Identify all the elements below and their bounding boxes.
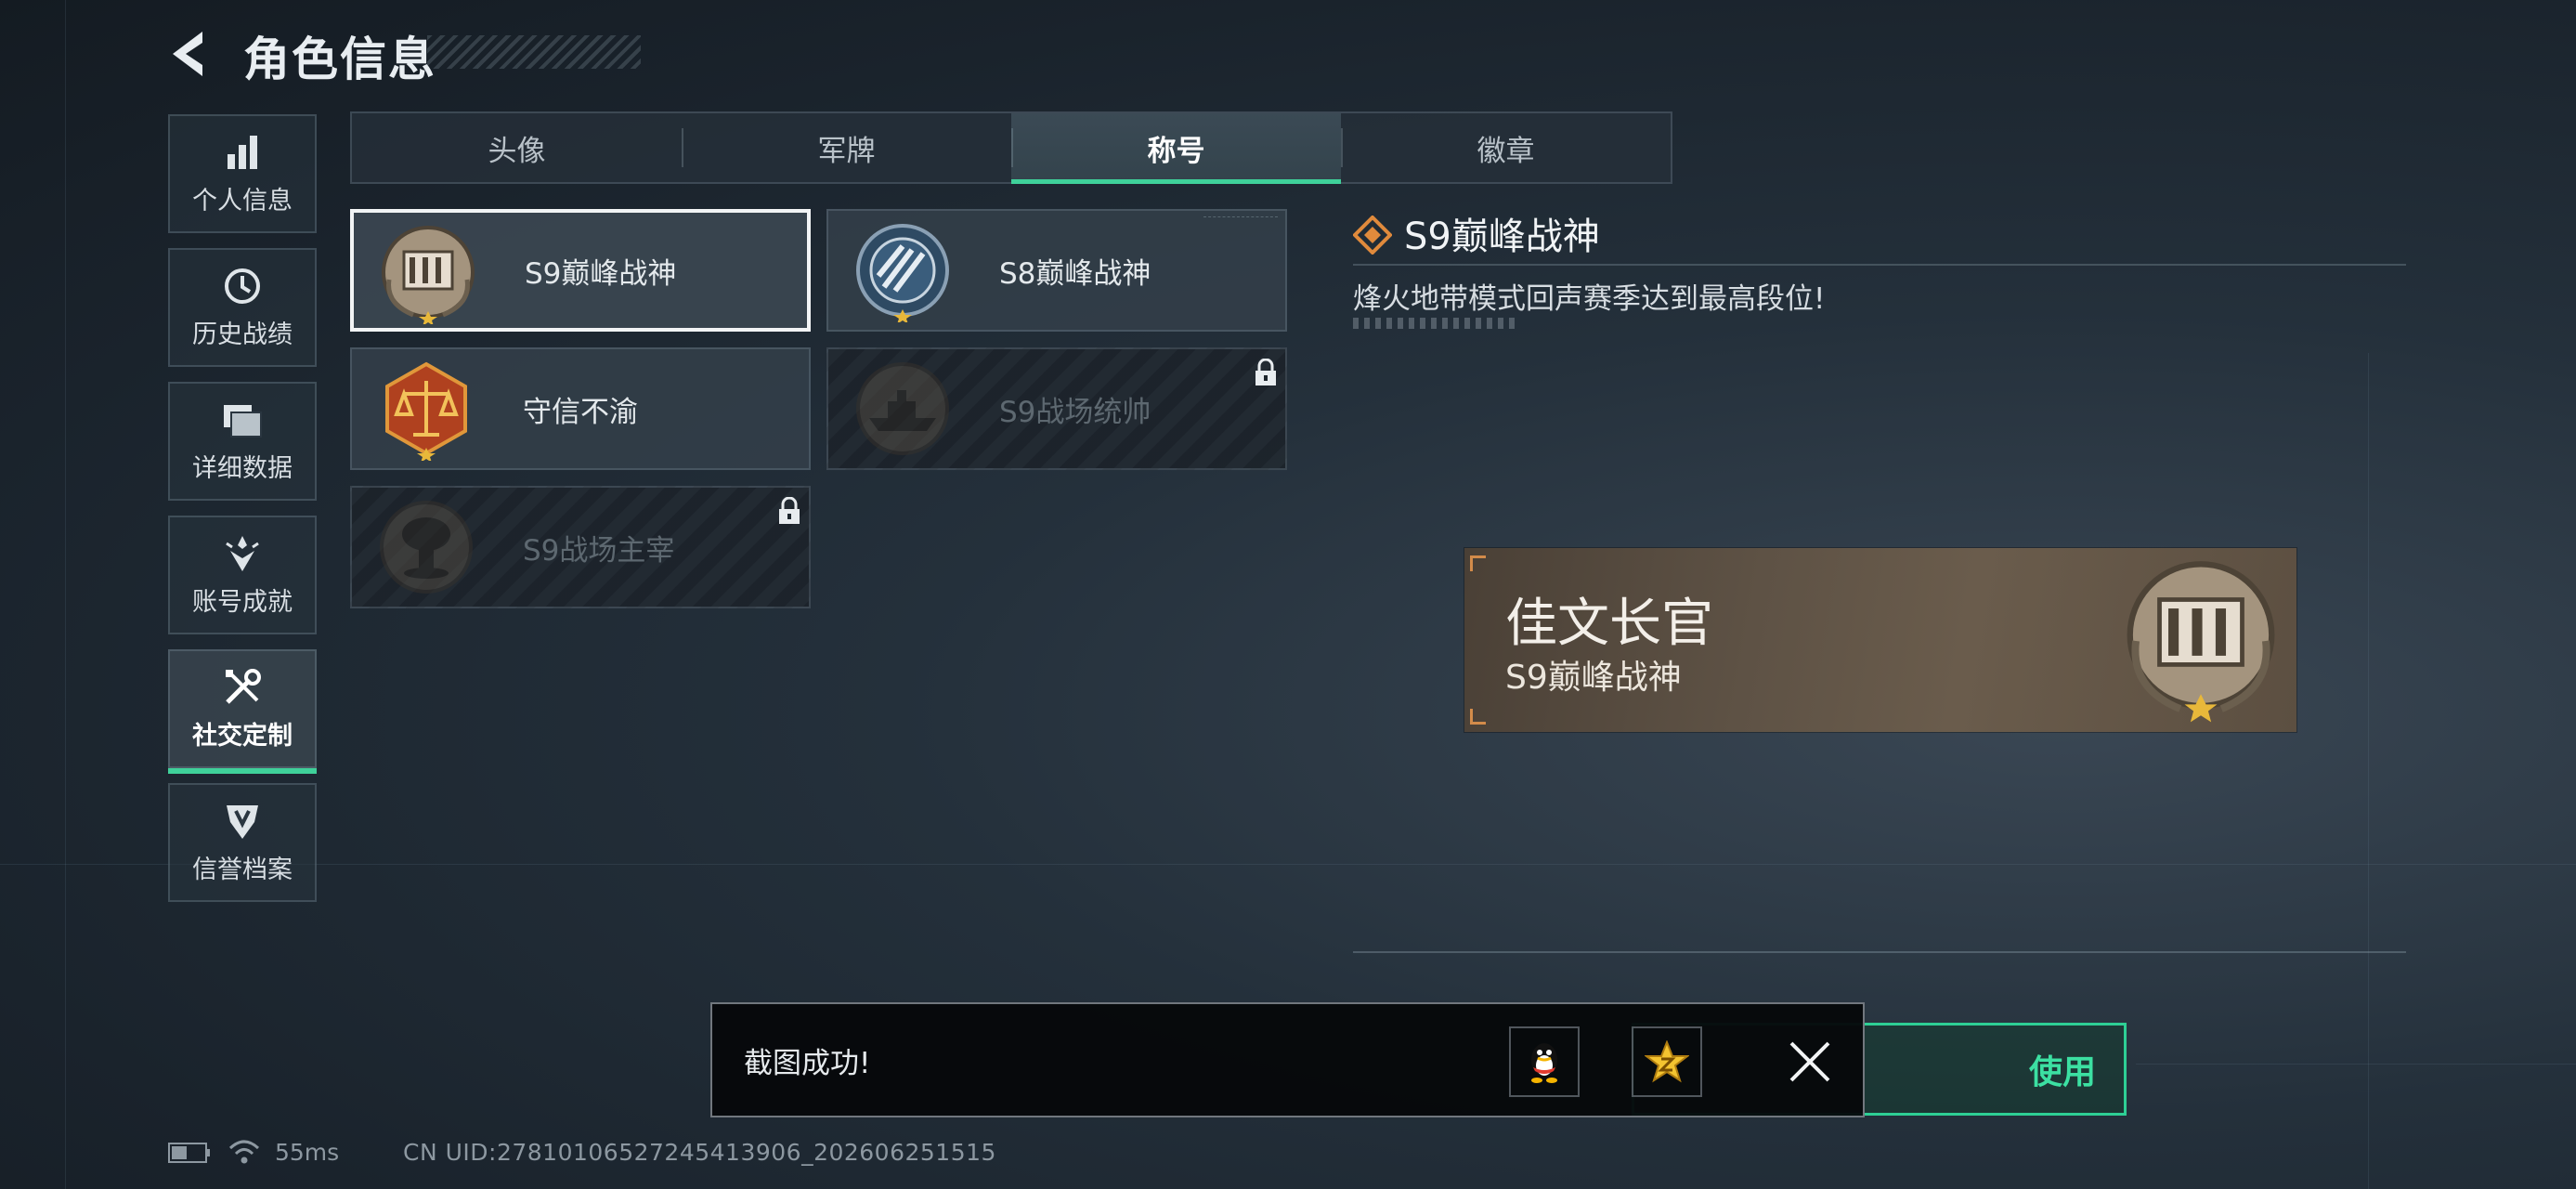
clock-icon — [222, 266, 263, 307]
title-card-s9-dominator[interactable]: S9战场主宰 — [350, 486, 811, 608]
fortress-badge-icon — [382, 226, 475, 324]
share-qq-button[interactable] — [1509, 1026, 1580, 1097]
sidebar-item-label: 历史战绩 — [192, 320, 293, 349]
card-corner-decoration — [1203, 216, 1278, 218]
warship-badge-icon — [856, 362, 949, 455]
sidebar-item-label: 详细数据 — [192, 453, 293, 483]
bg-gridline — [65, 0, 66, 1189]
title-card-name: 守信不渝 — [523, 395, 638, 429]
screenshot-toast: 截图成功! — [710, 1002, 1865, 1117]
shield-icon — [222, 801, 263, 842]
tab-dog-tag[interactable]: 军牌 — [682, 113, 1011, 182]
achievement-icon — [222, 533, 263, 574]
ping-value: 55ms — [275, 1139, 340, 1166]
diamond-title-icon — [1353, 216, 1392, 255]
title-card-name: S9巅峰战神 — [525, 256, 677, 291]
title-card-name: S8巅峰战神 — [999, 256, 1151, 291]
preview-player-name: 佳文长官 — [1505, 594, 1713, 654]
tab-avatar[interactable]: 头像 — [352, 113, 682, 182]
user-uid: CN UID:2781010652724541390​6_20260625151… — [403, 1139, 996, 1166]
plate-corner-bracket — [1470, 709, 1486, 725]
page-title: 角色信息 — [243, 33, 436, 86]
qq-penguin-icon — [1531, 1043, 1557, 1083]
share-qzone-button[interactable] — [1632, 1026, 1702, 1097]
toast-message: 截图成功! — [744, 1046, 871, 1080]
bar-chart-icon — [222, 132, 263, 173]
sidebar-item-label: 账号成就 — [192, 587, 293, 617]
bg-gridline — [0, 864, 2576, 865]
qzone-star-icon — [1645, 1040, 1689, 1083]
sidebar-item-personal-info[interactable]: 个人信息 — [168, 114, 317, 233]
sidebar-item-history[interactable]: 历史战绩 — [168, 248, 317, 367]
detail-description: 烽火地带模式回声赛季达到最高段位! — [1353, 282, 1826, 316]
panel-frame-line — [1353, 951, 2406, 953]
tab-title[interactable]: 称号 — [1011, 113, 1341, 184]
back-arrow-icon[interactable] — [165, 28, 214, 80]
title-card-keep-promise[interactable]: 守信不渝 — [350, 347, 811, 470]
tools-icon — [222, 667, 263, 708]
tab-badge[interactable]: 徽章 — [1341, 113, 1671, 182]
sidebar-item-detailed-data[interactable]: 详细数据 — [168, 382, 317, 501]
sidebar-item-label: 社交定制 — [192, 721, 293, 751]
title-card-name: S9战场主宰 — [523, 533, 675, 568]
fortress-badge-icon — [2127, 561, 2275, 723]
lock-icon — [1255, 359, 1276, 385]
lock-icon — [779, 497, 800, 524]
title-card-name: S9战场统帅 — [999, 395, 1151, 429]
detail-title: S9巅峰战神 — [1404, 216, 1600, 258]
mushroom-cloud-badge-icon — [380, 501, 473, 594]
folder-icon — [222, 399, 263, 440]
divider — [1353, 264, 2406, 266]
sidebar-item-label: 信誉档案 — [192, 855, 293, 884]
scales-badge-icon — [385, 361, 467, 461]
battery-icon — [168, 1143, 210, 1163]
title-decoration — [427, 35, 641, 69]
close-icon[interactable] — [1780, 1032, 1840, 1091]
sidebar-item-social-custom[interactable]: 社交定制 — [168, 649, 317, 774]
title-preview-plate: 佳文长官 S9巅峰战神 — [1464, 548, 2296, 732]
bg-gridline — [2136, 1064, 2576, 1065]
blurred-text-decoration — [1353, 318, 1520, 329]
title-card-s9-commander[interactable]: S9战场统帅 — [826, 347, 1287, 470]
sidebar-item-label: 个人信息 — [192, 186, 293, 216]
title-card-s9-peak[interactable]: S9巅峰战神 — [350, 209, 811, 332]
title-card-s8-peak[interactable]: S8巅峰战神 — [826, 209, 1287, 332]
sidebar-item-credit-record[interactable]: 信誉档案 — [168, 783, 317, 902]
plate-corner-bracket — [1470, 555, 1486, 571]
tab-bar: 头像 军牌 称号 徽章 — [350, 111, 1672, 184]
sidebar-item-achievements[interactable]: 账号成就 — [168, 516, 317, 634]
preview-title: S9巅峰战神 — [1505, 659, 1682, 697]
wifi-icon — [228, 1140, 260, 1164]
blue-emblem-badge-icon — [856, 224, 949, 322]
